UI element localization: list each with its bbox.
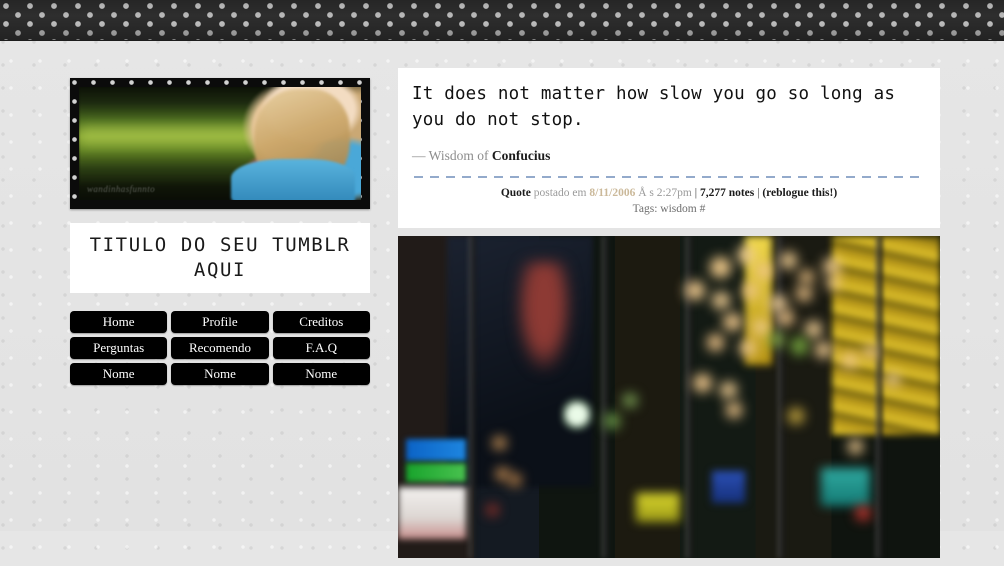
- sidebar: wandinhasfunnto TITULO DO SEU TUMBLR AQU…: [70, 78, 370, 389]
- nav-profile[interactable]: Profile: [171, 311, 269, 334]
- reblog-link[interactable]: (reblogue this!): [762, 187, 837, 199]
- time-prefix: Å s: [638, 186, 654, 199]
- main-column: It does not matter how slow you go so lo…: [398, 68, 940, 566]
- nav-home[interactable]: Home: [70, 311, 168, 334]
- avatar-photo: wandinhasfunnto: [79, 87, 361, 200]
- dashed-divider: [414, 175, 924, 178]
- nav-nome-1[interactable]: Nome: [70, 363, 168, 386]
- photo-layer-sign-blue: [406, 438, 466, 462]
- photo-layer-sign-yellow: [636, 493, 680, 523]
- notes-count[interactable]: 7,277 notes: [700, 187, 754, 199]
- nav-row-2: Perguntas Recomendo F.A.Q: [70, 337, 370, 360]
- photo-layer-white-glow: [560, 396, 594, 433]
- nav-recomendo[interactable]: Recomendo: [171, 337, 269, 360]
- photo-layer-pole-4: [777, 235, 785, 558]
- nav-nome-3[interactable]: Nome: [272, 363, 370, 386]
- nav-faq[interactable]: F.A.Q: [272, 337, 370, 360]
- page-title: TITULO DO SEU TUMBLR AQUI: [89, 234, 351, 282]
- page-body: wandinhasfunnto TITULO DO SEU TUMBLR AQU…: [0, 41, 1004, 558]
- nav-creditos[interactable]: Creditos: [272, 311, 370, 334]
- posted-label: postado em: [533, 186, 587, 199]
- quote-text: It does not matter how slow you go so lo…: [412, 84, 896, 131]
- avatar-watermark-text: wandinhasfunnto: [87, 184, 156, 194]
- nav-perguntas[interactable]: Perguntas: [70, 337, 168, 360]
- post-time: 2:27pm: [656, 186, 692, 199]
- photo-layer-sign-blue-2: [712, 470, 745, 504]
- meta-separator-2: |: [757, 186, 760, 199]
- post-type-label: Quote: [500, 186, 531, 199]
- post-meta: Quote postado em 8/11/2006 Å s 2:27pm | …: [412, 185, 926, 218]
- photo-layer-sign-green: [406, 462, 466, 483]
- quote-source: — Wisdom of Confucius: [412, 148, 926, 164]
- quote-source-prefix: — Wisdom of: [412, 147, 489, 163]
- nav-nome-2[interactable]: Nome: [171, 363, 269, 386]
- post-date-link[interactable]: 8/11/2006: [589, 187, 635, 199]
- photo-layer-pole-5: [874, 235, 883, 558]
- quote-post: It does not matter how slow you go so lo…: [398, 68, 940, 228]
- sidebar-nav: Home Profile Creditos Perguntas Recomend…: [70, 311, 370, 386]
- post-meta-line-1: Quote postado em 8/11/2006 Å s 2:27pm | …: [412, 185, 926, 202]
- tag-wisdom[interactable]: wisdom #: [660, 203, 705, 215]
- quote-source-author[interactable]: Confucius: [492, 148, 551, 163]
- blog-title-box: TITULO DO SEU TUMBLR AQUI: [70, 223, 370, 294]
- photo-layer-red-figure: [517, 261, 572, 372]
- avatar-frame: wandinhasfunnto: [70, 78, 370, 209]
- photo-layer-pole-1: [468, 235, 477, 558]
- nav-row-1: Home Profile Creditos: [70, 311, 370, 334]
- photo-layer-pole-2: [601, 235, 609, 558]
- meta-separator-1: |: [694, 186, 698, 199]
- photo-layer-yellow-panel: [831, 235, 940, 436]
- photo-post-image: [398, 235, 940, 558]
- photo-layer-sign-teal: [820, 467, 870, 507]
- post-meta-line-2: Tags: wisdom #: [412, 201, 926, 218]
- avatar-blue-shirt: [231, 159, 356, 200]
- header-dotted-band: [0, 0, 1004, 41]
- nav-row-3: Nome Nome Nome: [70, 363, 370, 386]
- tags-label: Tags:: [632, 203, 658, 216]
- photo-post[interactable]: [398, 235, 940, 558]
